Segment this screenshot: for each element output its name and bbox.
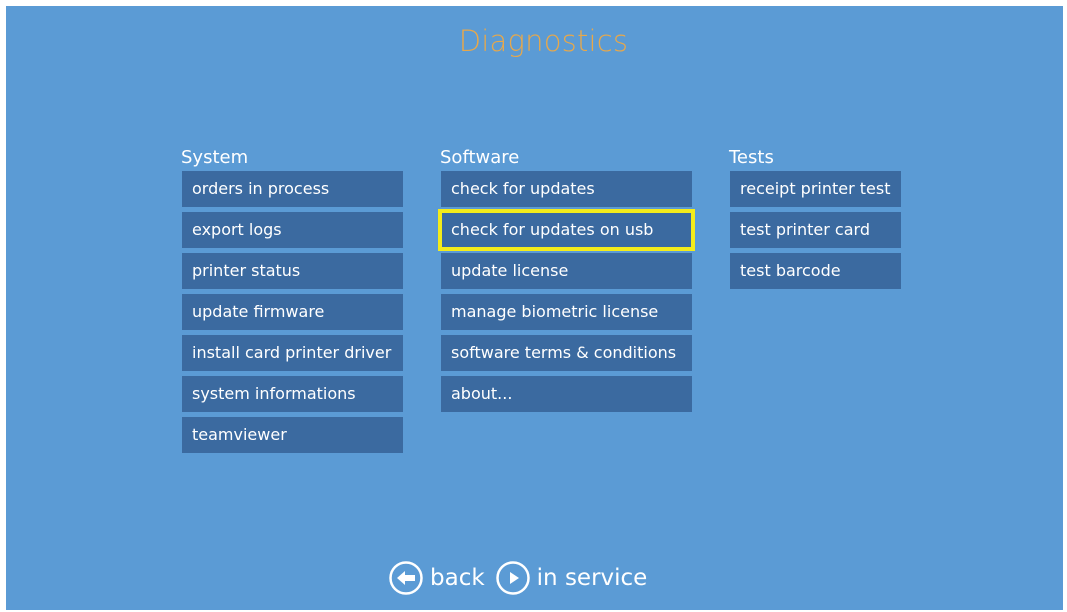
tests-column: Tests receipt printer test test printer … xyxy=(729,146,901,294)
software-terms-conditions-button[interactable]: software terms & conditions xyxy=(441,335,692,371)
in-service-label: in service xyxy=(536,565,648,591)
update-license-button[interactable]: update license xyxy=(441,253,692,289)
footer-nav: back in service xyxy=(388,558,647,598)
test-printer-card-button[interactable]: test printer card xyxy=(730,212,901,248)
update-firmware-button[interactable]: update firmware xyxy=(182,294,403,330)
diagnostics-screen: Diagnostics System orders in process exp… xyxy=(6,6,1063,610)
system-column: System orders in process export logs pri… xyxy=(181,146,403,458)
back-button[interactable]: back xyxy=(388,560,485,596)
install-card-printer-driver-button[interactable]: install card printer driver xyxy=(182,335,403,371)
teamviewer-button[interactable]: teamviewer xyxy=(182,417,403,453)
orders-in-process-button[interactable]: orders in process xyxy=(182,171,403,207)
system-informations-button[interactable]: system informations xyxy=(182,376,403,412)
system-heading: System xyxy=(181,147,249,168)
software-heading: Software xyxy=(440,147,520,168)
test-barcode-button[interactable]: test barcode xyxy=(730,253,901,289)
about-button[interactable]: about... xyxy=(441,376,692,412)
play-circle-icon xyxy=(495,560,531,596)
export-logs-button[interactable]: export logs xyxy=(182,212,403,248)
printer-status-button[interactable]: printer status xyxy=(182,253,403,289)
manage-biometric-license-button[interactable]: manage biometric license xyxy=(441,294,692,330)
in-service-button[interactable]: in service xyxy=(495,560,648,596)
check-for-updates-button[interactable]: check for updates xyxy=(441,171,692,207)
back-label: back xyxy=(430,565,485,591)
software-column: Software check for updates check for upd… xyxy=(438,146,695,417)
page-title: Diagnostics xyxy=(458,24,629,58)
receipt-printer-test-button[interactable]: receipt printer test xyxy=(730,171,901,207)
check-for-updates-on-usb-button[interactable]: check for updates on usb xyxy=(438,209,695,251)
arrow-left-circle-icon xyxy=(388,560,424,596)
tests-heading: Tests xyxy=(729,147,774,168)
